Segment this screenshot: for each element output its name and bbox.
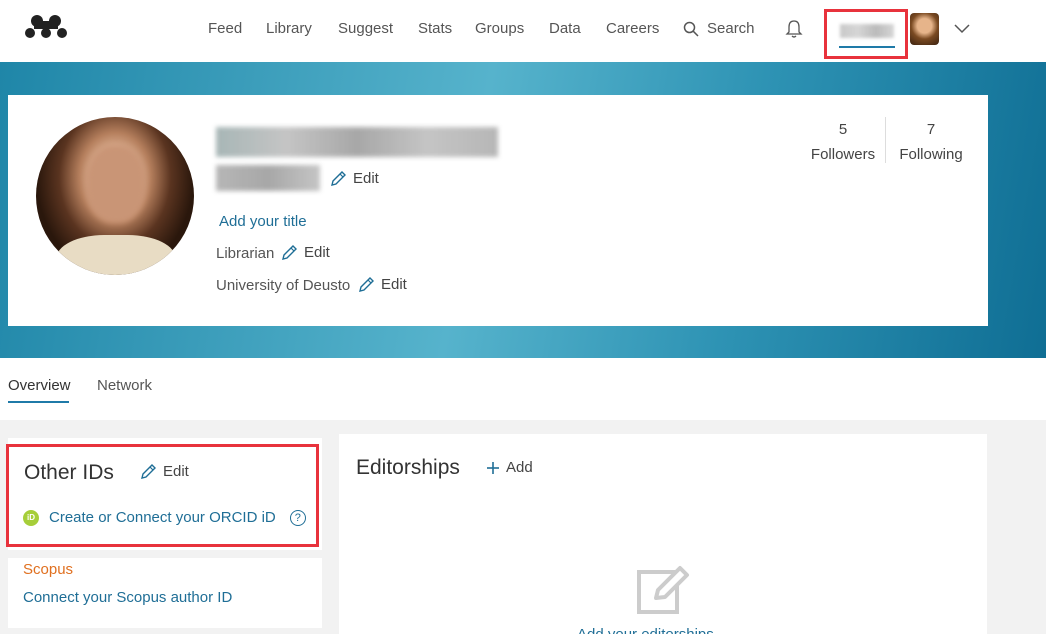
nav-library[interactable]: Library bbox=[266, 20, 312, 37]
user-avatar[interactable] bbox=[910, 13, 939, 45]
profile-name-redacted bbox=[216, 127, 498, 157]
nav-feed[interactable]: Feed bbox=[208, 20, 242, 37]
pencil-icon bbox=[359, 277, 374, 292]
add-title-link[interactable]: Add your title bbox=[219, 213, 307, 230]
followers-stat[interactable]: 5 Followers bbox=[808, 117, 878, 167]
nav-data[interactable]: Data bbox=[549, 20, 581, 37]
mendeley-logo-icon[interactable] bbox=[22, 14, 70, 40]
plus-icon bbox=[487, 461, 499, 474]
following-stat[interactable]: 7 Following bbox=[894, 117, 968, 167]
orcid-connect-link[interactable]: iD Create or Connect your ORCID iD ? bbox=[23, 509, 306, 526]
top-navigation: Feed Library Suggest Stats Groups Data C… bbox=[0, 0, 1046, 62]
followers-label: Followers bbox=[810, 146, 876, 163]
edit-label: Edit bbox=[353, 170, 379, 187]
stat-divider bbox=[885, 117, 886, 163]
nav-search[interactable]: Search bbox=[683, 20, 755, 37]
editorships-panel: Editorships Add Add your editorships bbox=[339, 434, 987, 634]
scopus-connect-link[interactable]: Connect your Scopus author ID bbox=[23, 589, 232, 606]
profile-card: Edit Add your title Librarian Edit Unive… bbox=[8, 95, 988, 326]
add-editorships-hint[interactable]: Add your editorships bbox=[577, 626, 714, 634]
help-icon[interactable]: ? bbox=[289, 509, 306, 526]
search-label: Search bbox=[707, 20, 755, 37]
edit-institution-button[interactable]: Edit bbox=[358, 276, 407, 293]
pencil-icon bbox=[282, 245, 297, 260]
pencil-icon bbox=[141, 464, 156, 479]
active-indicator bbox=[839, 46, 895, 48]
add-editorship-button[interactable]: Add bbox=[486, 459, 533, 476]
nav-careers[interactable]: Careers bbox=[606, 20, 659, 37]
tab-overview[interactable]: Overview bbox=[8, 377, 71, 394]
following-label: Following bbox=[899, 146, 963, 163]
tab-network[interactable]: Network bbox=[97, 377, 152, 394]
profile-tabs: Overview Network bbox=[0, 358, 1046, 420]
nav-suggest[interactable]: Suggest bbox=[338, 20, 393, 37]
pencil-icon bbox=[331, 171, 346, 186]
edit-role-button[interactable]: Edit bbox=[281, 244, 330, 261]
profile-role: Librarian bbox=[216, 245, 275, 262]
avatar-shirt bbox=[56, 235, 176, 275]
orcid-icon: iD bbox=[23, 509, 39, 526]
edit-label: Edit bbox=[163, 463, 189, 480]
edit-other-ids-button[interactable]: Edit bbox=[140, 463, 189, 480]
scopus-label: Scopus bbox=[23, 561, 74, 578]
other-ids-highlight: Other IDs Edit iD Create or Connect your… bbox=[6, 444, 319, 547]
nav-stats[interactable]: Stats bbox=[418, 20, 452, 37]
profile-avatar bbox=[36, 117, 194, 275]
editorships-title: Editorships bbox=[356, 456, 460, 479]
edit-name-button[interactable]: Edit bbox=[330, 170, 379, 187]
divider bbox=[8, 628, 322, 634]
profile-name-redacted-line2 bbox=[216, 165, 320, 191]
edit-label: Edit bbox=[304, 244, 330, 261]
nav-groups[interactable]: Groups bbox=[475, 20, 524, 37]
followers-count: 5 bbox=[838, 121, 848, 138]
other-ids-title: Other IDs bbox=[24, 461, 114, 484]
profile-institution: University of Deusto bbox=[216, 277, 351, 294]
user-menu-highlight[interactable] bbox=[824, 9, 908, 59]
edit-label: Edit bbox=[381, 276, 407, 293]
user-name-redacted bbox=[840, 24, 894, 38]
following-count: 7 bbox=[926, 121, 936, 138]
chevron-down-icon[interactable] bbox=[954, 24, 970, 34]
divider bbox=[8, 550, 322, 558]
search-icon bbox=[683, 21, 699, 37]
notifications-bell-icon[interactable] bbox=[784, 18, 804, 40]
active-tab-indicator bbox=[8, 401, 69, 403]
avatar-face bbox=[86, 145, 146, 223]
edit-document-icon bbox=[637, 566, 689, 614]
add-label: Add bbox=[506, 459, 533, 476]
orcid-link-text: Create or Connect your ORCID iD bbox=[49, 509, 276, 526]
